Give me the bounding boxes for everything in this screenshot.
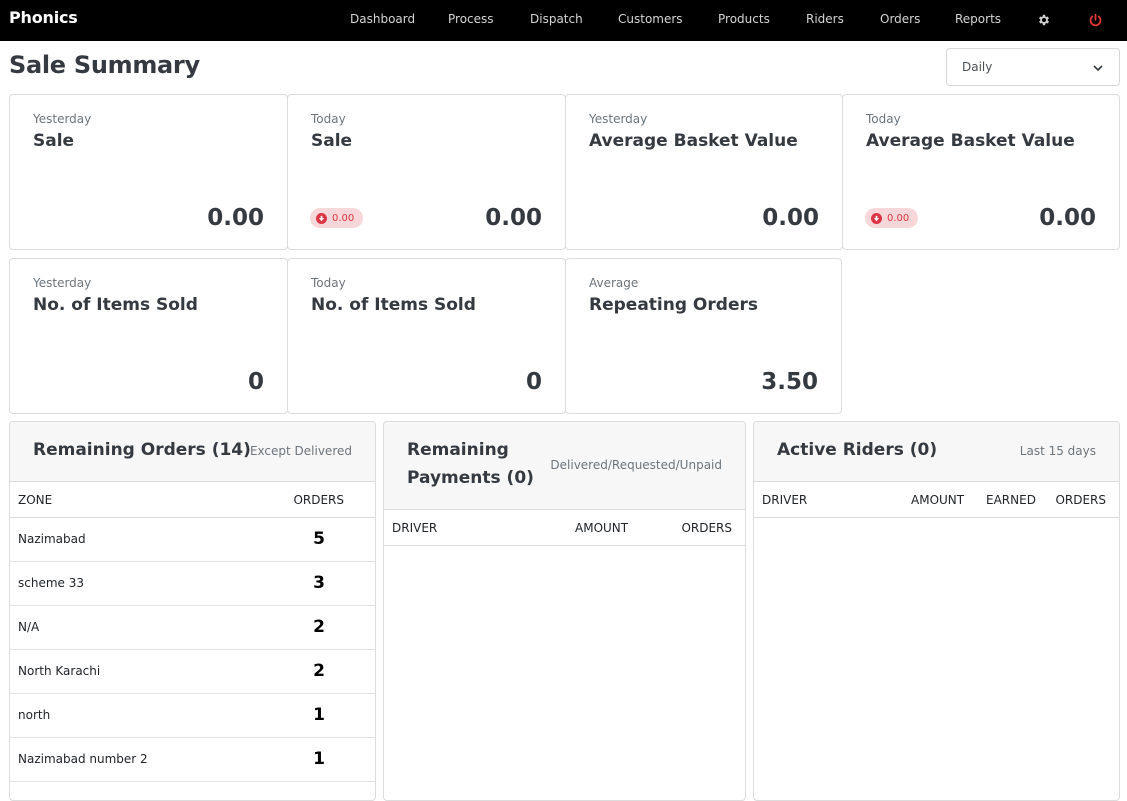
column-header-orders[interactable]: ORDERS xyxy=(1055,493,1106,507)
nav-dashboard[interactable]: Dashboard xyxy=(350,12,415,26)
change-badge: 0.00 xyxy=(310,208,364,228)
orders-cell: 1 xyxy=(313,749,325,769)
gear-icon[interactable] xyxy=(1034,10,1054,30)
remaining-payments-panel: Remaining Payments (0) Delivered/Request… xyxy=(383,421,746,801)
brand-logo[interactable]: Phonics xyxy=(9,8,78,27)
power-icon[interactable] xyxy=(1085,10,1105,30)
top-navbar: Phonics Dashboard Process Dispatch Custo… xyxy=(0,0,1127,41)
column-header-orders[interactable]: ORDERS xyxy=(681,521,732,535)
panel-title: Active Riders (0) xyxy=(777,440,938,460)
zone-cell: N/A xyxy=(18,620,40,634)
column-header-zone[interactable]: ZONE xyxy=(18,493,52,507)
stat-caption: Yesterday xyxy=(589,112,648,126)
nav-customers[interactable]: Customers xyxy=(618,12,683,26)
active-riders-panel: Active Riders (0) Last 15 days DRIVER AM… xyxy=(753,421,1120,801)
column-header-earned[interactable]: EARNED xyxy=(986,493,1036,507)
table-row[interactable]: North Karachi 2 xyxy=(10,650,375,694)
table-header: DRIVER AMOUNT EARNED ORDERS xyxy=(754,482,1119,518)
panel-title-line2: Payments (0) xyxy=(407,468,534,488)
column-header-amount[interactable]: AMOUNT xyxy=(575,521,628,535)
nav-riders[interactable]: Riders xyxy=(806,12,844,26)
stat-value: 0.00 xyxy=(762,205,819,231)
stat-caption: Today xyxy=(866,112,901,126)
orders-cell: 1 xyxy=(313,705,325,725)
stat-caption: Today xyxy=(311,276,346,290)
zone-cell: Nazimabad xyxy=(18,532,86,546)
remaining-orders-panel: Remaining Orders (14) Except Delivered Z… xyxy=(9,421,376,801)
change-value: 0.00 xyxy=(887,212,910,224)
stat-value: 0.00 xyxy=(485,205,542,231)
nav-process[interactable]: Process xyxy=(448,12,494,26)
nav-reports[interactable]: Reports xyxy=(955,12,1001,26)
page-title: Sale Summary xyxy=(9,51,200,79)
table-header: ZONE ORDERS xyxy=(10,482,375,518)
stat-value: 0.00 xyxy=(1039,205,1096,231)
stat-title: No. of Items Sold xyxy=(33,295,198,315)
nav-orders[interactable]: Orders xyxy=(880,12,920,26)
stat-card-yesterday-abv: Yesterday Average Basket Value 0.00 xyxy=(565,94,843,250)
column-header-driver[interactable]: DRIVER xyxy=(392,521,437,535)
stat-caption: Average xyxy=(589,276,639,290)
panel-title: Remaining Orders (14) xyxy=(33,440,251,460)
zone-cell: scheme 33 xyxy=(18,576,84,590)
panel-note: Last 15 days xyxy=(1019,444,1096,458)
stat-caption: Today xyxy=(311,112,346,126)
stat-card-repeating-orders: Average Repeating Orders 3.50 xyxy=(565,258,842,414)
change-value: 0.00 xyxy=(332,212,355,224)
stat-title: Sale xyxy=(311,131,353,151)
nav-products[interactable]: Products xyxy=(718,12,770,26)
orders-cell: 2 xyxy=(313,661,325,681)
stat-title: Average Basket Value xyxy=(589,131,798,151)
orders-cell: 2 xyxy=(313,617,325,637)
table-row[interactable]: Nazimabad number 2 1 xyxy=(10,738,375,782)
zone-cell: north xyxy=(18,708,51,722)
stat-caption: Yesterday xyxy=(33,112,92,126)
period-select-value: Daily xyxy=(962,60,993,74)
stat-card-today-items: Today No. of Items Sold 0 xyxy=(287,258,566,414)
stat-title: Sale xyxy=(33,131,75,151)
column-header-amount[interactable]: AMOUNT xyxy=(911,493,964,507)
table-header: DRIVER AMOUNT ORDERS xyxy=(384,510,745,546)
table-row[interactable]: scheme 33 3 xyxy=(10,562,375,606)
table-row[interactable]: Nazimabad 5 xyxy=(10,518,375,562)
stat-value: 0 xyxy=(525,369,542,395)
period-select[interactable]: Daily xyxy=(946,48,1120,86)
panel-note: Except Delivered xyxy=(249,444,352,458)
arrow-down-circle-icon xyxy=(316,212,327,224)
stat-value: 0.00 xyxy=(207,205,264,231)
column-header-driver[interactable]: DRIVER xyxy=(762,493,807,507)
panel-note: Delivered/Requested/Unpaid xyxy=(550,458,722,472)
nav-dispatch[interactable]: Dispatch xyxy=(530,12,583,26)
panel-header: Active Riders (0) Last 15 days xyxy=(754,422,1119,482)
zone-cell: Nazimabad number 2 xyxy=(18,752,148,766)
stat-card-today-sale: Today Sale 0.00 0.00 xyxy=(287,94,566,250)
orders-cell: 3 xyxy=(313,573,325,593)
zone-cell: North Karachi xyxy=(18,664,101,678)
stat-card-today-abv: Today Average Basket Value 0.00 0.00 xyxy=(842,94,1120,250)
table-row[interactable]: N/A 2 xyxy=(10,606,375,650)
stat-title: Average Basket Value xyxy=(866,131,1075,151)
orders-cell: 5 xyxy=(313,529,325,549)
arrow-down-circle-icon xyxy=(871,212,882,224)
chevron-down-icon xyxy=(1091,61,1105,75)
panel-title-line1: Remaining xyxy=(407,440,509,460)
column-header-orders[interactable]: ORDERS xyxy=(293,493,344,507)
stat-value: 3.50 xyxy=(761,369,818,395)
stat-card-yesterday-sale: Yesterday Sale 0.00 xyxy=(9,94,288,250)
stat-value: 0 xyxy=(247,369,264,395)
stat-card-yesterday-items: Yesterday No. of Items Sold 0 xyxy=(9,258,288,414)
panel-header: Remaining Payments (0) Delivered/Request… xyxy=(384,422,745,510)
stat-title: Repeating Orders xyxy=(589,295,758,315)
stat-caption: Yesterday xyxy=(33,276,92,290)
stat-title: No. of Items Sold xyxy=(311,295,476,315)
table-row[interactable]: north 1 xyxy=(10,694,375,738)
panel-header: Remaining Orders (14) Except Delivered xyxy=(10,422,375,482)
change-badge: 0.00 xyxy=(865,208,919,228)
